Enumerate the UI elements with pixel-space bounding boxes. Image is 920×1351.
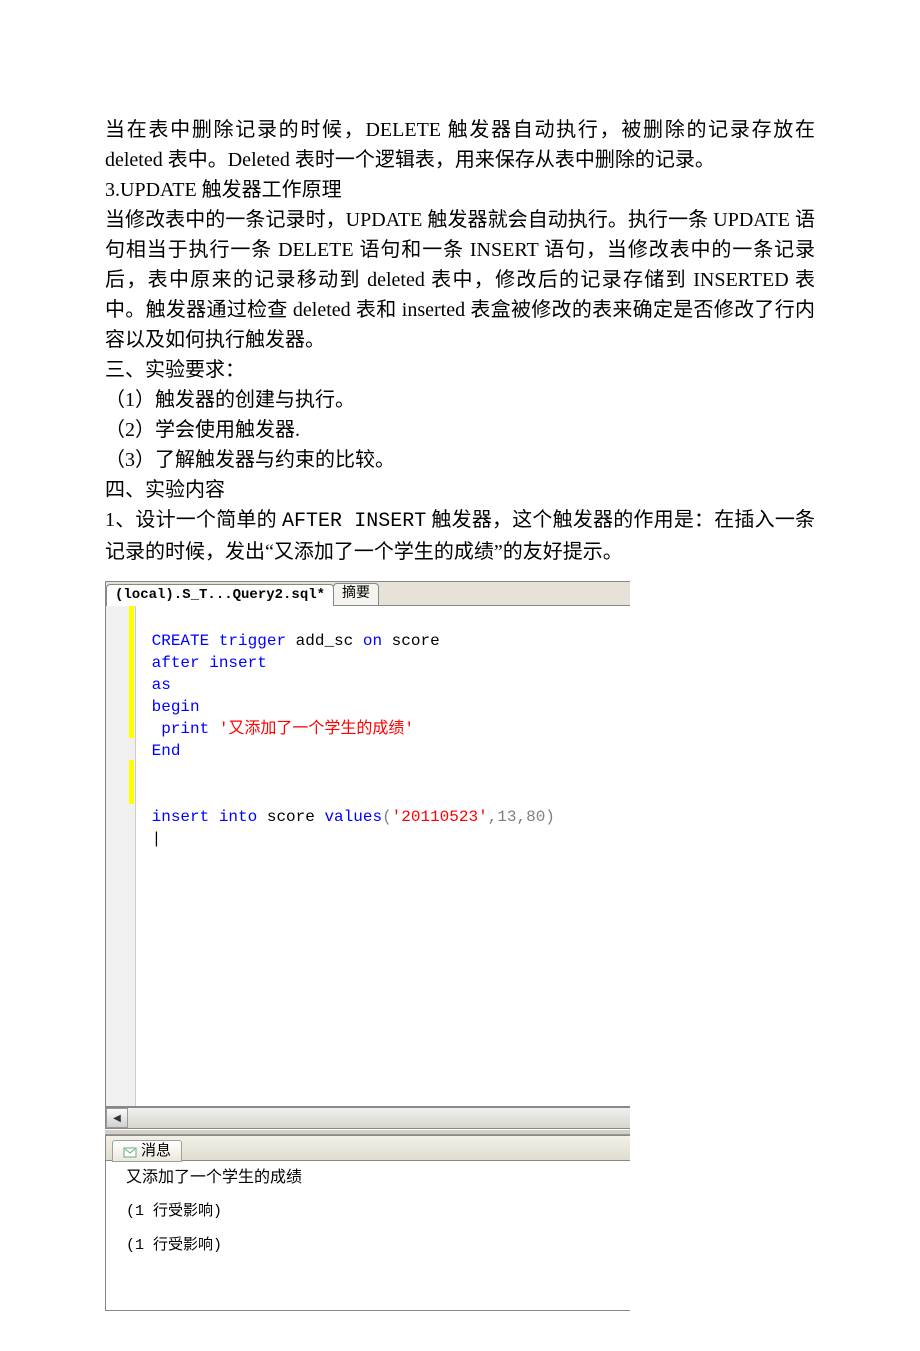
text: add_sc [286,632,363,650]
text: score [257,808,324,826]
paragraph: 1、设计一个简单的 AFTER INSERT 触发器，这个触发器的作用是：在插入… [105,505,815,567]
text: 1、设计一个简单的 [105,509,282,531]
code-line [142,786,152,804]
keyword: into [219,808,257,826]
scroll-left-icon[interactable]: ◀ [106,1108,128,1128]
code-line: as [142,676,171,694]
string-literal: '又添加了一个学生的成绩' [219,720,414,738]
ide-screenshot: (local).S_T...Query2.sql* 摘要 CREATE trig… [105,581,630,1311]
results-tab-strip: 消息 [105,1135,630,1161]
document-body: 当在表中删除记录的时候，DELETE 触发器自动执行，被删除的记录存放在 del… [105,115,815,567]
change-marker [129,760,134,804]
paragraph: 当在表中删除记录的时候，DELETE 触发器自动执行，被删除的记录存放在 del… [105,115,815,175]
list-item: （2）学会使用触发器. [105,415,815,445]
tab-summary[interactable]: 摘要 [333,583,379,605]
heading-requirements: 三、实验要求： [105,355,815,385]
code-line: print '又添加了一个学生的成绩' [142,720,414,738]
code-line: insert into score values('20110523',13,8… [142,808,555,826]
message-output: 又添加了一个学生的成绩 [126,1165,624,1191]
code-line [142,764,152,782]
keyword: as [152,676,171,694]
line-gutter [106,606,136,1106]
code-line: End [142,742,180,760]
code-inline: AFTER INSERT [282,510,426,533]
keyword: begin [152,698,200,716]
keyword: values [324,808,382,826]
tab-messages-label: 消息 [141,1140,171,1163]
string-literal: '20110523' [392,808,488,826]
rows-affected: (1 行受影响) [126,1199,624,1225]
list-item: （1）触发器的创建与执行。 [105,385,815,415]
keyword: after [152,654,200,672]
keyword: trigger [219,632,286,650]
tab-messages[interactable]: 消息 [112,1140,182,1162]
horizontal-scrollbar[interactable]: ◀ [105,1107,630,1129]
code-line: begin [142,698,200,716]
cursor-line: | [142,830,161,848]
heading-update-principle: 3.UPDATE 触发器工作原理 [105,175,815,205]
messages-icon [123,1144,137,1158]
paren: ( [382,808,392,826]
text: ,13,80 [488,808,546,826]
text: score [382,632,440,650]
rows-affected: (1 行受影响) [126,1233,624,1259]
heading-content: 四、实验内容 [105,475,815,505]
keyword: insert [152,808,210,826]
keyword: on [363,632,382,650]
paren: ) [545,808,555,826]
code-line: after insert [142,654,267,672]
paragraph: 当修改表中的一条记录时，UPDATE 触发器就会自动执行。执行一条 UPDATE… [105,205,815,355]
change-marker [129,606,134,738]
code-editor[interactable]: CREATE trigger add_sc on score after ins… [106,606,630,1106]
code-content: CREATE trigger add_sc on score after ins… [136,606,561,1106]
tab-query[interactable]: (local).S_T...Query2.sql* [106,584,334,606]
keyword: CREATE [152,632,210,650]
keyword: insert [200,654,267,672]
keyword: End [152,742,181,760]
list-item: （3）了解触发器与约束的比较。 [105,445,815,475]
keyword: print [161,720,209,738]
messages-pane[interactable]: 又添加了一个学生的成绩 (1 行受影响) (1 行受影响) [105,1161,630,1311]
code-line: CREATE trigger add_sc on score [142,632,440,650]
editor-tab-strip: (local).S_T...Query2.sql* 摘要 [106,582,630,606]
